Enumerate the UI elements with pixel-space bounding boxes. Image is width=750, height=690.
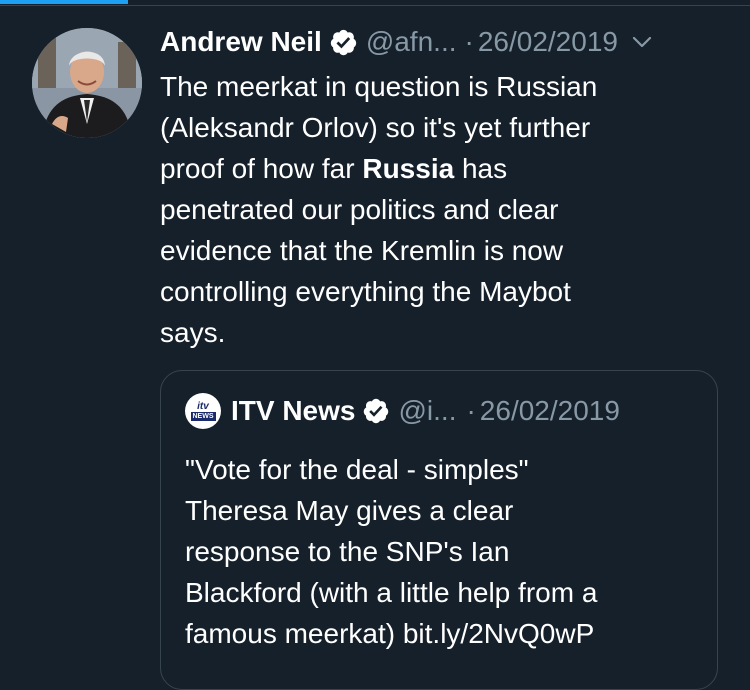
quoted-text-line: Theresa May gives a clear	[185, 495, 514, 526]
quoted-tweet-text: "Vote for the deal - simples" Theresa Ma…	[185, 449, 685, 654]
profile-photo-icon	[32, 28, 142, 138]
tweet-text-segment: has	[454, 153, 508, 184]
quoted-text-line: Blackford (with a little help from a	[185, 577, 598, 608]
logo-text: NEWS	[190, 411, 216, 421]
avatar[interactable]	[32, 28, 142, 138]
tweet-text-line: says.	[160, 317, 226, 348]
tweet-text-line: evidence that the Kremlin is now	[160, 235, 564, 266]
active-tab-underline	[0, 0, 128, 4]
separator-dot: ·	[464, 26, 474, 57]
itv-news-logo-icon: itv NEWS	[185, 393, 221, 429]
quoted-text-line: famous meerkat) bit.ly/2NvQ0wP	[185, 618, 595, 649]
verified-badge-icon	[362, 397, 390, 425]
quoted-text-line: response to the SNP's Ian	[185, 536, 510, 567]
quoted-author-handle[interactable]: @i...	[398, 395, 456, 427]
author-display-name[interactable]: Andrew Neil	[160, 26, 322, 58]
tweet-content: Andrew Neil @afn... · 26/02/2019 The mee…	[160, 20, 732, 353]
tweet-text-line: penetrated our politics and clear	[160, 194, 559, 225]
highlighted-keyword: Russia	[362, 153, 455, 184]
tweet-header: Andrew Neil @afn... · 26/02/2019	[160, 20, 732, 64]
quoted-tweet-header: itv NEWS ITV News @i... · 26/02/2019	[185, 389, 693, 433]
chevron-down-icon[interactable]	[630, 30, 654, 54]
tweet-text-line: proof of how far Russia has	[160, 148, 732, 189]
tweet-timestamp[interactable]: 26/02/2019	[478, 26, 618, 58]
tweet[interactable]: Andrew Neil @afn... · 26/02/2019 The mee…	[0, 6, 750, 690]
tweet-text: The meerkat in question is Russian (Alek…	[160, 66, 732, 353]
verified-badge-icon	[329, 28, 358, 57]
tweet-text-line: The meerkat in question is Russian	[160, 71, 598, 102]
separator-dot: ·	[466, 395, 476, 426]
quoted-tweet-timestamp[interactable]: 26/02/2019	[480, 395, 620, 427]
quoted-tweet-card[interactable]: itv NEWS ITV News @i... · 26/02/2019 "Vo…	[160, 370, 718, 690]
tweet-text-line: controlling everything the Maybot	[160, 276, 571, 307]
author-handle[interactable]: @afn...	[366, 26, 457, 58]
tweet-text-segment: proof of how far	[160, 153, 363, 184]
logo-text: itv	[197, 400, 209, 412]
quoted-text-line: "Vote for the deal - simples"	[185, 454, 529, 485]
quoted-author-display-name[interactable]: ITV News	[231, 395, 355, 427]
tweet-text-line: (Aleksandr Orlov) so it's yet further	[160, 112, 591, 143]
